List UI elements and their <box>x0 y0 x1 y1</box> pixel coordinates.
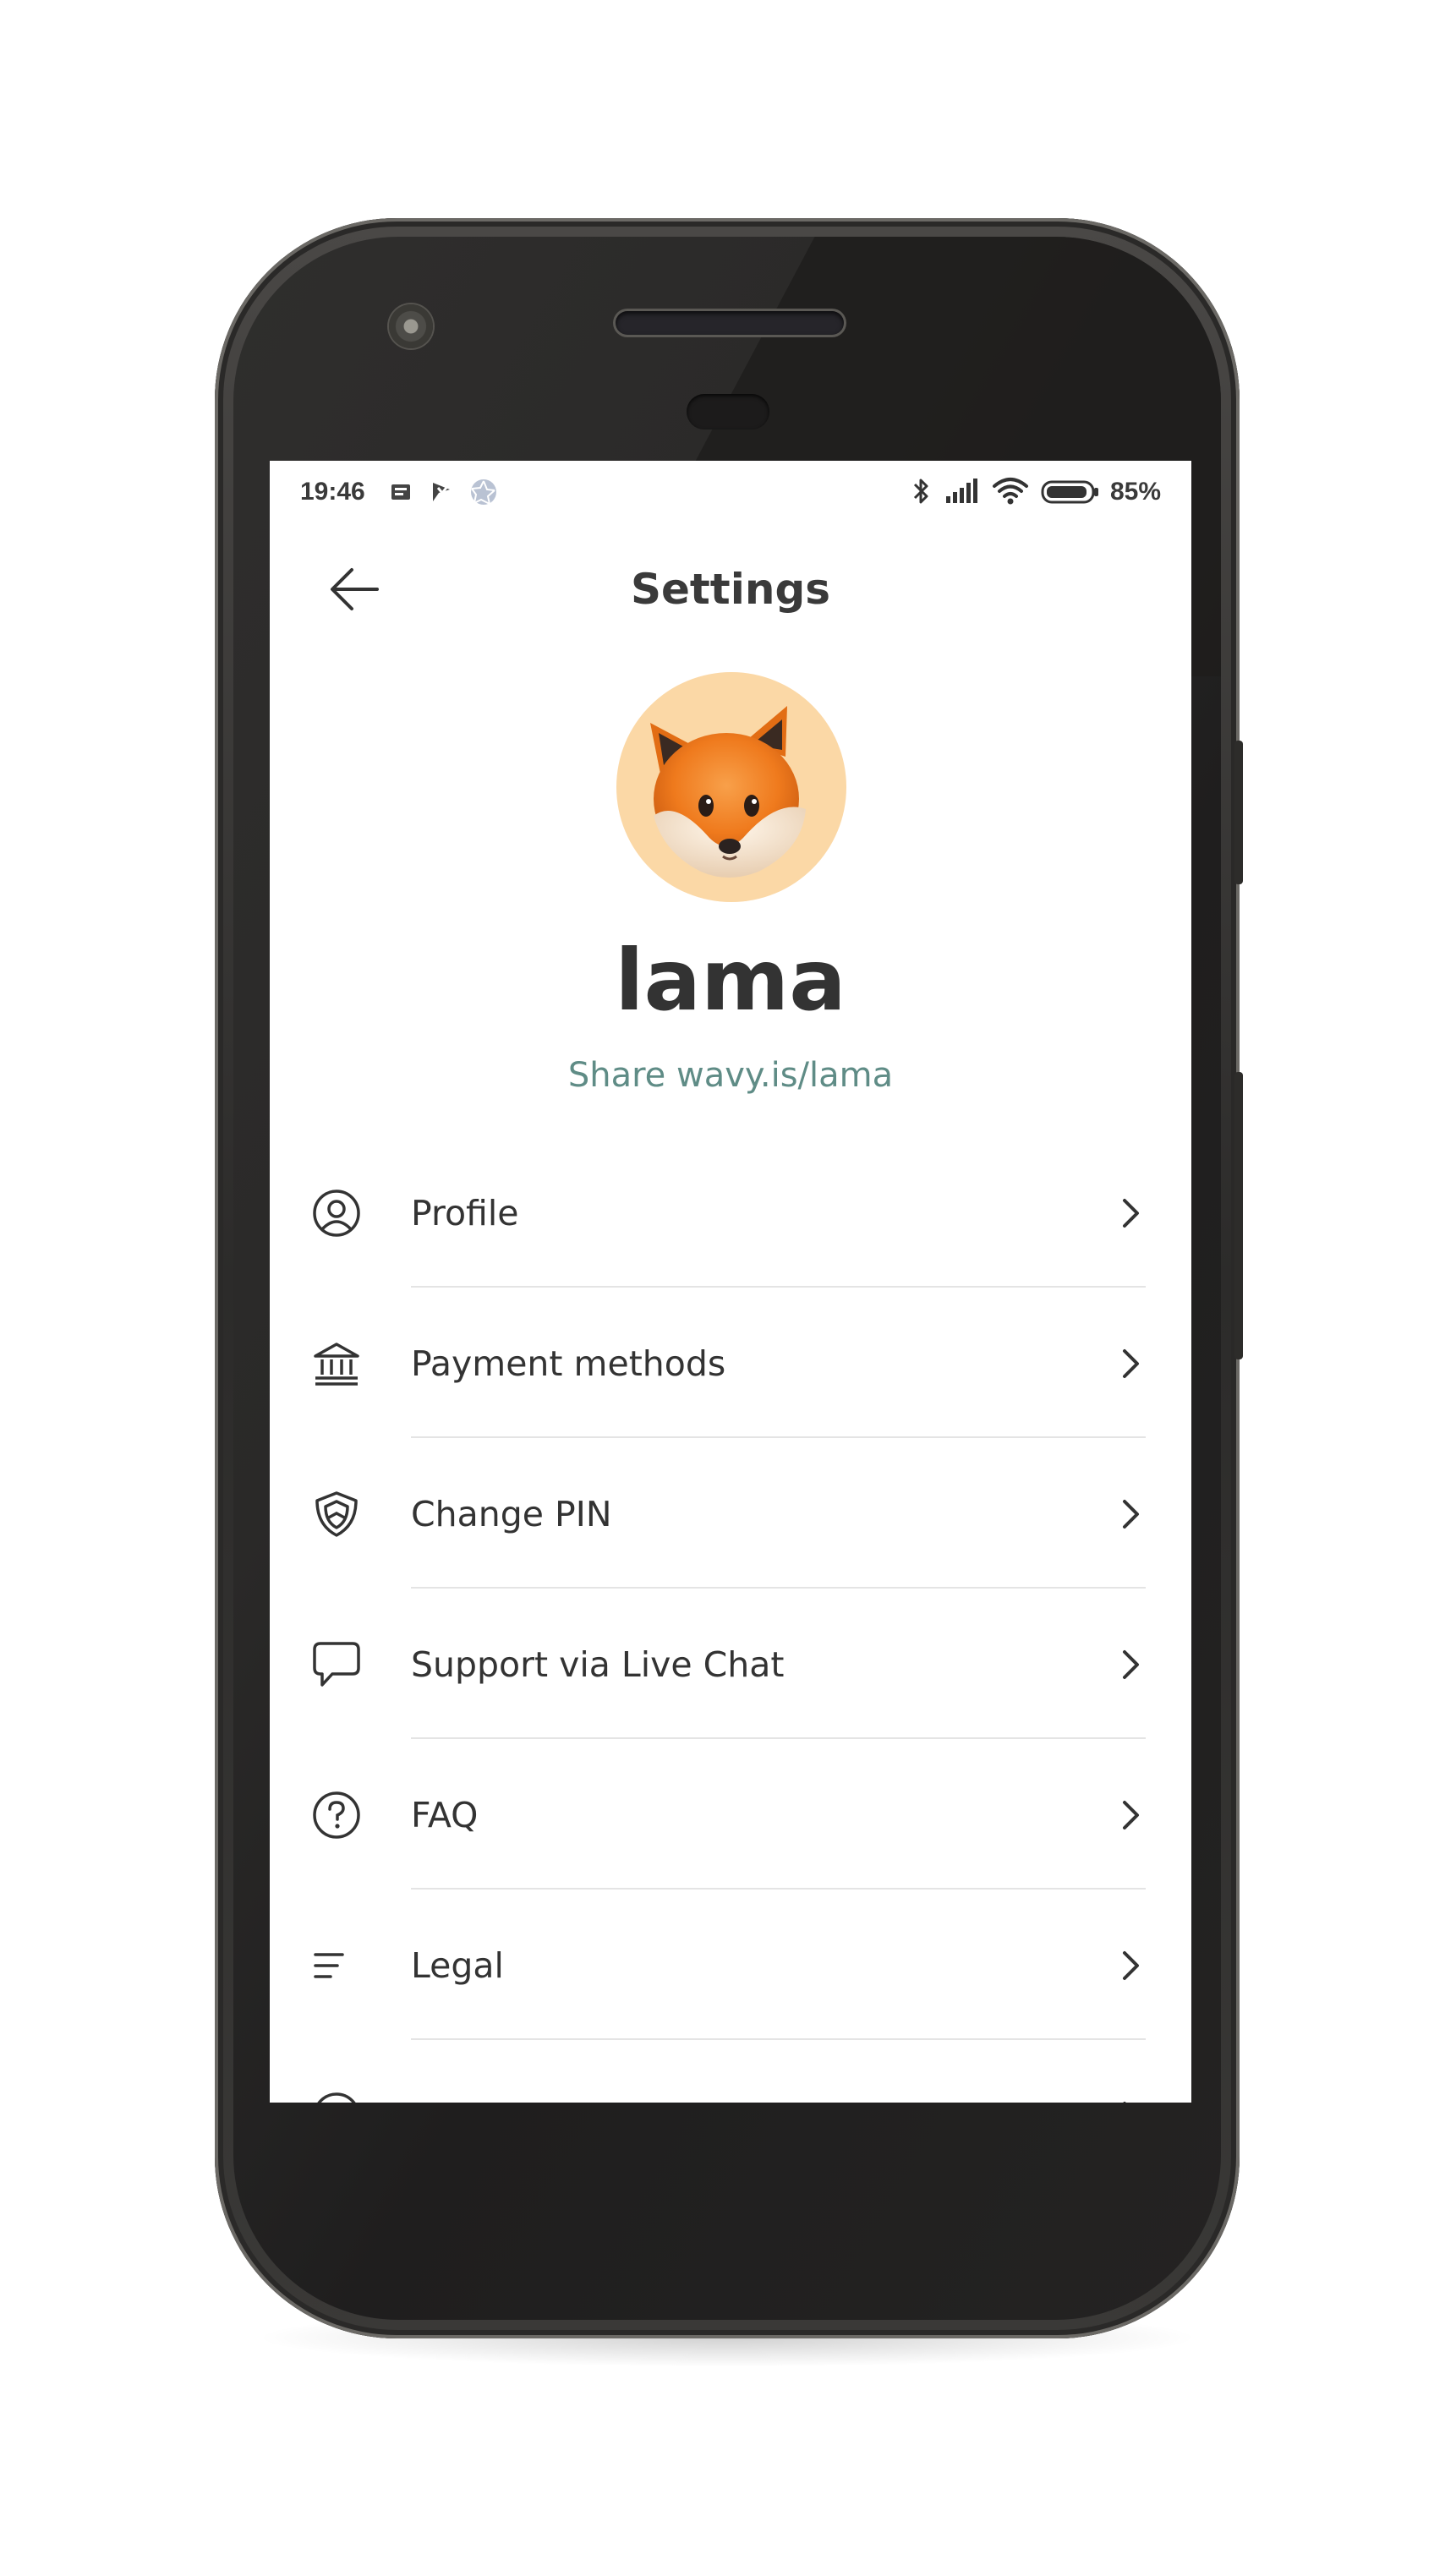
notification-icon <box>391 484 410 500</box>
menu-item-label: Profile <box>411 1193 519 1233</box>
chevron-right-icon <box>1123 2102 1126 2103</box>
menu-item-change-pin[interactable]: Change PIN <box>270 1438 1191 1589</box>
flag-icon <box>433 483 451 501</box>
menu-item-profile[interactable]: Profile <box>270 1137 1191 1288</box>
status-bar: 19:46 85% <box>270 461 1191 522</box>
menu-item-label: Legal <box>411 1945 504 1986</box>
chevron-right-icon <box>1123 1500 1139 1529</box>
bluetooth-icon <box>913 479 928 504</box>
chevron-right-icon <box>1123 1349 1139 1378</box>
bank-icon <box>314 1343 359 1386</box>
settings-menu: Profile Payment methods Change PIN Suppo… <box>270 1137 1191 2103</box>
shield-icon <box>315 1491 358 1537</box>
menu-item-payment-methods[interactable]: Payment methods <box>270 1288 1191 1438</box>
battery-percent: 85% <box>1109 478 1161 506</box>
wifi-icon <box>993 478 1028 505</box>
chevron-right-icon <box>1123 1650 1139 1679</box>
scene: 19:46 85% Settings lama Share wavy.is/la… <box>0 0 1456 2576</box>
earpiece-speaker <box>616 311 844 335</box>
battery-icon <box>1041 480 1098 504</box>
menu-item-label: Support via Live Chat <box>411 1644 785 1685</box>
menu-item-label: FAQ <box>411 1795 479 1835</box>
menu-item-label: Change PIN <box>411 1494 612 1534</box>
chevron-right-icon <box>1123 1199 1139 1228</box>
chevron-right-icon <box>1123 1951 1139 1980</box>
user-circle-icon <box>313 1190 360 1237</box>
chat-bubble-icon <box>313 1642 360 1687</box>
volume-button <box>1234 1072 1243 1359</box>
fox-avatar <box>650 706 806 878</box>
avatar[interactable] <box>616 672 846 902</box>
menu-item-faq[interactable]: FAQ <box>270 1739 1191 1890</box>
chevron-right-icon <box>1123 1801 1139 1829</box>
share-link[interactable]: Share wavy.is/lama <box>270 1053 1191 1098</box>
page-title: Settings <box>630 565 830 614</box>
text-lines-icon <box>314 1953 344 1978</box>
power-button <box>1234 741 1243 884</box>
front-camera <box>389 304 433 348</box>
menu-item-legal[interactable]: Legal <box>270 1890 1191 2040</box>
proximity-sensor <box>687 394 769 429</box>
partial-item-icon <box>317 2092 356 2103</box>
question-circle-icon <box>313 1791 360 1839</box>
menu-item-live-chat[interactable]: Support via Live Chat <box>270 1589 1191 1739</box>
aperture-icon <box>471 479 496 505</box>
status-time: 19:46 <box>300 478 365 506</box>
menu-item-label: Payment methods <box>411 1343 726 1384</box>
username: lama <box>615 931 846 1030</box>
phone-screen: 19:46 85% Settings lama Share wavy.is/la… <box>270 461 1191 2103</box>
signal-icon <box>946 479 977 503</box>
menu-item-partial[interactable] <box>270 2040 1191 2103</box>
